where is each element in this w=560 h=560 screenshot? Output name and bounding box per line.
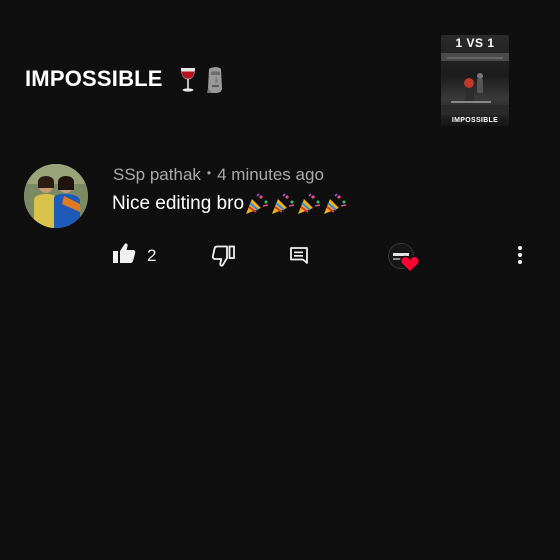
comment-time: 4 minutes ago	[217, 165, 324, 184]
heart-icon	[400, 255, 420, 278]
video-thumbnail[interactable]: 1 VS 1 IMPOSSIBLE	[441, 35, 509, 126]
creator-heart	[386, 243, 422, 275]
dislike-button[interactable]	[211, 245, 236, 272]
wine-glass-icon	[178, 67, 198, 98]
moai-icon	[204, 66, 226, 99]
comment-text: Nice editing bro	[112, 193, 348, 215]
like-count: 2	[147, 245, 157, 265]
party-popper-icon	[244, 193, 270, 215]
reply-button[interactable]	[289, 246, 309, 271]
avatar[interactable]	[24, 164, 88, 228]
title-emojis	[178, 66, 226, 99]
meta-separator: •	[206, 166, 212, 180]
reply-comment-icon	[289, 246, 309, 271]
more-options-button[interactable]	[515, 245, 525, 270]
comment-body: Nice editing bro	[112, 193, 245, 214]
comment-author[interactable]: SSp pathak	[113, 165, 201, 184]
comment-meta: SSp pathak • 4 minutes ago	[113, 165, 324, 185]
party-popper-icon	[296, 193, 322, 215]
thumbnail-scene	[441, 53, 509, 115]
thumbs-up-icon	[112, 242, 136, 269]
more-vertical-icon	[515, 245, 525, 270]
thumbnail-bottom-text: IMPOSSIBLE	[451, 117, 499, 124]
thumbs-down-icon	[211, 245, 236, 272]
party-popper-icon	[322, 193, 348, 215]
like-button[interactable]: 2	[112, 242, 156, 269]
party-popper-icon	[270, 193, 296, 215]
comment-view: IMPOSSIBLE 1 VS 1 IMPOSSIBLE SSp pathak …	[0, 0, 560, 560]
video-title: IMPOSSIBLE	[25, 66, 163, 91]
